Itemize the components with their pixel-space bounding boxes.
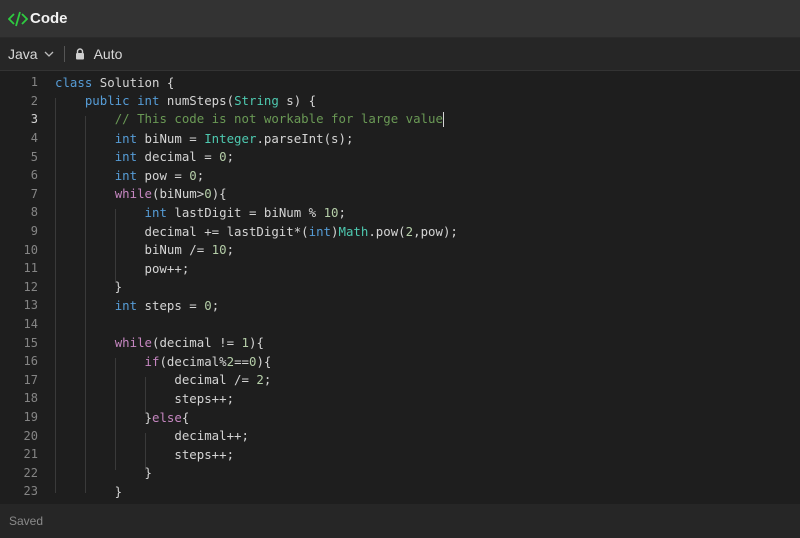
line-number: 20 xyxy=(23,428,38,443)
text-cursor xyxy=(442,112,444,128)
code-line-text: int lastDigit = biNum % 10; xyxy=(144,204,346,220)
line-number: 18 xyxy=(23,391,38,406)
line-number: 21 xyxy=(23,447,38,462)
code-line[interactable]: 3 // This code is not workable for large… xyxy=(0,110,800,129)
code-line[interactable]: 19 }else{ xyxy=(0,408,800,427)
line-number: 5 xyxy=(30,149,38,164)
code-line[interactable]: 16 if(decimal%2==0){ xyxy=(0,352,800,371)
auto-mode-label: Auto xyxy=(93,46,123,62)
code-line[interactable]: 22 } xyxy=(0,464,800,483)
code-line-text: biNum /= 10; xyxy=(55,242,235,258)
line-number: 14 xyxy=(23,317,38,332)
lock-icon xyxy=(75,48,86,61)
code-line[interactable]: 2 public int numSteps(String s) { xyxy=(0,92,800,111)
code-editor[interactable]: 1 class Solution { 2 public int numSteps(S… xyxy=(0,71,800,503)
line-number: 17 xyxy=(23,372,38,387)
code-line[interactable]: 13 int steps = 0; xyxy=(0,296,800,315)
line-number: 1 xyxy=(30,75,38,90)
code-line[interactable]: 8 int lastDigit = biNum % 10; xyxy=(0,203,800,222)
line-number: 11 xyxy=(23,261,38,276)
code-line[interactable]: 4 int biNum = Integer.parseInt(s); xyxy=(0,129,800,148)
code-line-text: int pow = 0; xyxy=(114,167,205,183)
line-number: 16 xyxy=(23,354,38,369)
code-line[interactable]: 21 steps++; xyxy=(0,445,800,464)
line-number: 6 xyxy=(30,168,38,183)
line-number: 10 xyxy=(23,242,38,257)
code-line[interactable]: 10 biNum /= 10; xyxy=(0,240,800,259)
code-line-text: class Solution { xyxy=(55,74,175,90)
line-number: 9 xyxy=(30,224,38,239)
code-line[interactable]: 23 } xyxy=(0,482,800,501)
line-number: 22 xyxy=(23,465,38,480)
auto-mode-toggle[interactable]: Auto xyxy=(75,46,123,62)
code-line[interactable]: 5 int decimal = 0; xyxy=(0,147,800,166)
line-number: 23 xyxy=(23,484,38,499)
line-number: 7 xyxy=(30,186,38,201)
toolbar-divider xyxy=(63,46,65,62)
code-line-text: public int numSteps(String s) { xyxy=(84,93,317,109)
code-line[interactable]: 7 while(biNum>0){ xyxy=(0,185,800,204)
editor-toolbar: Java Auto xyxy=(0,38,800,71)
chevron-down-icon xyxy=(44,50,54,58)
code-line-text: }else{ xyxy=(55,409,190,425)
code-line-text: pow++; xyxy=(55,260,190,276)
code-line-text: // This code is not workable for large v… xyxy=(114,111,444,128)
line-number: 2 xyxy=(30,93,38,108)
code-line-text: steps++; xyxy=(55,390,235,406)
line-number: 13 xyxy=(23,298,38,313)
line-number: 4 xyxy=(30,131,38,146)
code-line-text: decimal++; xyxy=(55,428,249,444)
code-line-text: while(decimal != 1){ xyxy=(114,335,264,351)
title-bar: Code xyxy=(0,0,800,38)
code-line-text: decimal /= 2; xyxy=(55,372,272,388)
code-line-text: while(biNum>0){ xyxy=(114,186,227,202)
line-number: 12 xyxy=(23,279,38,294)
status-bar: Saved xyxy=(0,504,800,538)
code-line-text: } xyxy=(55,465,152,481)
code-line-text: int steps = 0; xyxy=(114,297,220,313)
code-line-text: if(decimal%2==0){ xyxy=(144,353,272,369)
language-selector[interactable]: Java xyxy=(8,46,54,62)
code-line[interactable]: 18 steps++; xyxy=(0,389,800,408)
line-number: 19 xyxy=(23,410,38,425)
code-line[interactable]: 6 int pow = 0; xyxy=(0,166,800,185)
code-line-text: } xyxy=(55,483,123,499)
code-line[interactable]: 15 while(decimal != 1){ xyxy=(0,333,800,352)
code-line[interactable]: 11 pow++; xyxy=(0,259,800,278)
code-line-text: } xyxy=(55,279,123,295)
code-line-text: int decimal = 0; xyxy=(114,149,235,165)
code-icon xyxy=(8,10,28,28)
panel-title: Code xyxy=(30,10,68,27)
line-number: 15 xyxy=(23,335,38,350)
save-status: Saved xyxy=(9,514,44,528)
code-line-text: steps++; xyxy=(55,446,235,462)
line-number: 8 xyxy=(30,205,38,220)
language-label: Java xyxy=(8,46,38,62)
code-line[interactable]: 9 decimal += lastDigit*(int)Math.pow(2,p… xyxy=(0,222,800,241)
line-number: 3 xyxy=(30,112,38,127)
code-line[interactable]: 20 decimal++; xyxy=(0,426,800,445)
code-line[interactable]: 1 class Solution { xyxy=(0,73,800,92)
code-line-text: decimal += lastDigit*(int)Math.pow(2,pow… xyxy=(55,223,458,239)
code-line[interactable]: 12 } xyxy=(0,278,800,297)
code-line-text: int biNum = Integer.parseInt(s); xyxy=(114,130,354,146)
code-line[interactable]: 14 xyxy=(0,315,800,334)
code-line[interactable]: 17 decimal /= 2; xyxy=(0,371,800,390)
